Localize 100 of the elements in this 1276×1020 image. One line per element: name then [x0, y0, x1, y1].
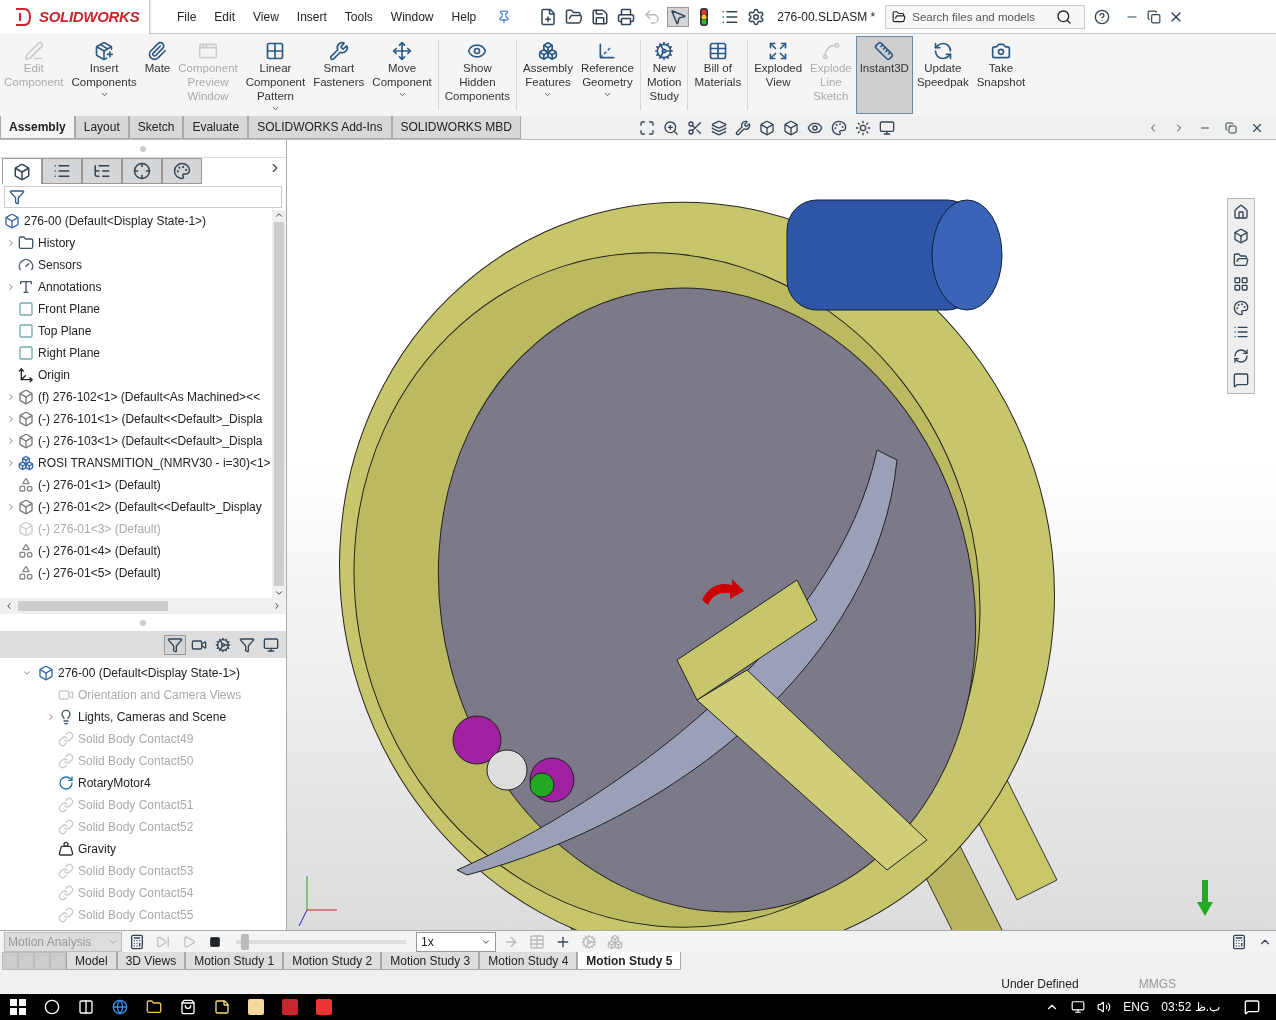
study-tab[interactable]: Motion Study 1 [185, 952, 284, 970]
filter-icon[interactable] [9, 189, 25, 205]
command-tab[interactable]: Assembly [0, 116, 75, 139]
notification-icon[interactable] [1244, 999, 1260, 1015]
tree-item[interactable]: Annotations [38, 280, 102, 294]
windows-logo-icon[interactable] [10, 999, 26, 1015]
property-icon[interactable] [42, 158, 82, 184]
scrollbar-thumb[interactable] [274, 222, 284, 586]
study-tab[interactable]: Model [66, 952, 117, 970]
search-field[interactable]: Search files and models [910, 9, 1053, 24]
shopping-bag-icon[interactable] [180, 999, 196, 1015]
select-pointer-icon[interactable] [667, 6, 690, 27]
scrollbar-thumb[interactable] [18, 601, 168, 611]
menu-item[interactable]: Edit [205, 9, 245, 24]
expand-toggle-icon[interactable] [6, 282, 16, 292]
ribbon-button[interactable]: Insert Components [67, 36, 141, 114]
scroll-right-icon[interactable] [272, 601, 282, 611]
sticky-note-icon[interactable] [214, 999, 230, 1015]
menu-item[interactable]: Insert [287, 9, 336, 24]
scroll-up-icon[interactable] [274, 210, 284, 220]
ribbon-button[interactable]: New Motion Study [642, 36, 686, 114]
menu-item[interactable]: File [168, 9, 206, 24]
tree-root[interactable]: 276-00 (Default<Display State-1>) [58, 666, 241, 680]
tree-item[interactable]: (-) 276-01<5> (Default) [38, 566, 161, 580]
menu-item[interactable]: Tools [335, 9, 382, 24]
ribbon-button[interactable]: Exploded View [750, 36, 807, 114]
tree-item[interactable]: Front Plane [38, 302, 101, 316]
search-box[interactable]: Search files and models [885, 4, 1086, 29]
expand-toggle-icon[interactable] [6, 238, 16, 248]
study-tab[interactable]: 3D Views [116, 952, 186, 970]
tree-item[interactable]: ROSI TRANSMITION_(NMRV30 - i=30)<1> [38, 456, 271, 470]
tree-item[interactable]: Gravity [78, 842, 116, 856]
ribbon-button[interactable]: Update Speedpak [912, 36, 973, 114]
tree-item[interactable]: (f) 276-102<1> (Default<As Machined><< [38, 390, 261, 404]
splitter-handle[interactable] [140, 619, 146, 626]
command-tab[interactable]: Evaluate [183, 116, 249, 139]
expand-toggle-icon[interactable] [46, 712, 56, 722]
tree-item[interactable]: (-) 276-01<1> (Default) [38, 478, 161, 492]
part-icon [18, 411, 34, 427]
globe-icon[interactable] [112, 999, 128, 1015]
ribbon-button[interactable]: Show Hidden Components [440, 36, 515, 114]
dimension-icon[interactable] [122, 158, 162, 184]
clock[interactable]: 03:52 ب.ظ [1161, 1000, 1220, 1014]
ribbon-button[interactable]: Take Snapshot [972, 36, 1030, 114]
network-icon[interactable] [1071, 1000, 1086, 1014]
menu-item[interactable]: View [244, 9, 288, 24]
ribbon-button[interactable]: Reference Geometry [576, 36, 638, 114]
speed-select[interactable]: 1x [416, 931, 496, 952]
tree-item[interactable]: Right Plane [38, 346, 101, 360]
expand-toggle-icon[interactable] [6, 436, 16, 446]
splitter-handle[interactable] [140, 145, 146, 152]
folder-icon[interactable] [146, 999, 162, 1015]
ribbon-button[interactable]: Mate [140, 36, 175, 114]
ribbon-button[interactable]: Smart Fasteners [309, 36, 369, 114]
tree-item[interactable]: (-) 276-01<2> (Default<<Default>_Display [38, 500, 262, 514]
slider-thumb[interactable] [240, 933, 249, 950]
body-icon [18, 565, 34, 581]
study-tab[interactable]: Motion Study 2 [283, 952, 382, 970]
expand-toggle-icon[interactable] [22, 668, 32, 678]
menu-item[interactable]: Window [381, 9, 443, 24]
filter-icon[interactable] [164, 635, 186, 655]
menu-item[interactable]: Help [442, 9, 486, 24]
expand-toggle-icon[interactable] [6, 458, 16, 468]
scroll-left-icon[interactable] [4, 601, 14, 611]
feature-tree-icon[interactable] [2, 158, 42, 184]
study-tab[interactable]: Motion Study 3 [381, 952, 480, 970]
expand-toggle-icon[interactable] [6, 414, 16, 424]
folder-icon [892, 9, 907, 24]
ribbon-button[interactable]: Linear Component Pattern [241, 36, 310, 114]
ribbon-button[interactable]: Move Component [368, 36, 436, 114]
part-icon [18, 499, 34, 515]
tree-item[interactable]: Origin [38, 368, 70, 382]
tree-item[interactable]: (-) 276-103<1> (Default<<Default>_Displa [38, 434, 263, 448]
volume-icon[interactable] [1097, 1000, 1112, 1014]
tree-item[interactable]: (-) 276-101<1> (Default<<Default>_Displa [38, 412, 263, 426]
command-tab[interactable]: SOLIDWORKS MBD [391, 116, 521, 139]
appearance-icon[interactable] [162, 158, 202, 184]
task-view-icon[interactable] [78, 999, 94, 1015]
table-icon [707, 41, 728, 61]
command-tab[interactable]: Sketch [128, 116, 184, 139]
tree-root[interactable]: 276-00 (Default<Display State-1>) [24, 214, 207, 228]
scroll-down-icon[interactable] [274, 588, 284, 598]
expand-toggle-icon[interactable] [6, 502, 16, 512]
language-indicator[interactable]: ENG [1123, 1000, 1150, 1014]
configuration-icon[interactable] [82, 158, 122, 184]
tree-item[interactable]: RotaryMotor4 [78, 776, 151, 790]
circle-icon[interactable] [44, 999, 60, 1015]
command-tab[interactable]: SOLIDWORKS Add-Ins [248, 116, 392, 139]
study-tab[interactable]: Motion Study 5 [577, 952, 682, 970]
tree-item[interactable]: Sensors [38, 258, 83, 272]
study-tab[interactable]: Motion Study 4 [479, 952, 578, 970]
expand-toggle-icon[interactable] [6, 392, 16, 402]
tree-item[interactable]: Top Plane [38, 324, 92, 338]
tree-item[interactable]: Lights, Cameras and Scene [78, 710, 227, 724]
tree-item[interactable]: History [38, 236, 76, 250]
ribbon-button[interactable]: Assembly Features [519, 36, 577, 114]
command-tab[interactable]: Layout [74, 116, 129, 139]
ribbon-button[interactable]: Bill of Materials [690, 36, 746, 114]
ribbon-button[interactable]: Instant3D [855, 36, 913, 114]
tree-item[interactable]: (-) 276-01<4> (Default) [38, 544, 161, 558]
